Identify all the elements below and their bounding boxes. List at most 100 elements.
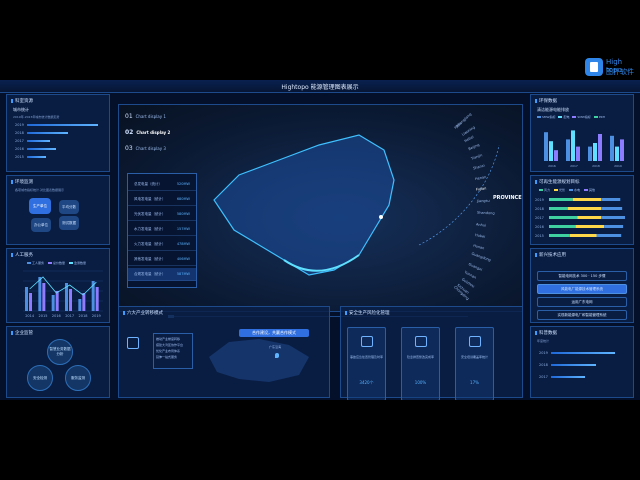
- eco-bar-chart: 2016 2017 2018 2019: [544, 130, 624, 168]
- bar-segment: [596, 234, 622, 237]
- bar: [42, 283, 46, 311]
- legend-swatch: [47, 262, 52, 264]
- circle-service[interactable]: 服务监测: [65, 365, 91, 391]
- legend-swatch: [558, 116, 563, 118]
- legend-swatch: [568, 189, 573, 191]
- hbar: [551, 364, 596, 366]
- row-value: 680MW: [176, 197, 190, 201]
- map-tab-1[interactable]: 01 Chart display 1: [125, 113, 166, 120]
- row-value: 478MW: [176, 242, 190, 246]
- province-item[interactable]: Jiangsu: [477, 199, 490, 203]
- province-item[interactable]: Anhui: [476, 222, 486, 227]
- legend-label: 总价数量: [52, 261, 65, 265]
- map-tab-2[interactable]: 02 Chart display 2: [125, 129, 170, 136]
- bar: [593, 143, 597, 161]
- bubble-production[interactable]: 生产单位: [29, 198, 51, 214]
- tech-item[interactable]: 智能电网技术 300 · 150 步骤: [537, 271, 627, 281]
- energy-stats-table: 总发电量（统计） 520MW 风电发电量（统计） 680MW 光伏发电量（统计） 580M…: [127, 173, 197, 288]
- tab-number: 01: [125, 113, 133, 120]
- bar: [549, 141, 553, 161]
- legend-label: 其他: [588, 188, 595, 192]
- legend-label: PRH: [598, 115, 606, 119]
- legend-label: SMW指标: [577, 115, 591, 119]
- legend-label: 风力: [544, 188, 551, 192]
- safety-card[interactable]: 事故应急处置管理及时率 3420个: [347, 327, 386, 400]
- hbar-row: 2018: [15, 131, 105, 135]
- safety-card[interactable]: 安全培训覆盖率统计 17%: [455, 327, 494, 400]
- table-row[interactable]: 风电发电量（统计） 680MW: [128, 193, 196, 206]
- card-label: 安全培训覆盖率统计: [460, 355, 488, 359]
- map-marker[interactable]: [379, 215, 383, 219]
- bar-segment: [604, 225, 624, 228]
- row-value: 580MW: [176, 212, 190, 216]
- logo-icon: [585, 58, 603, 76]
- legend-label: 配电: [563, 115, 570, 119]
- bubble-test[interactable]: 测试数据: [59, 216, 79, 230]
- province-label: PROVINCE: [493, 195, 522, 201]
- cooperation-button[interactable]: 合作建设，共赢合作模式: [239, 329, 309, 337]
- chart-legend: 风力 光伏 水电 其他: [539, 188, 595, 192]
- bar: [69, 289, 72, 311]
- hbar-year: 2019: [15, 123, 24, 127]
- panel-safety: 安全生产风险化管理 事故应急处置管理及时率 3420个 隐患排查整改完成率 10…: [340, 306, 523, 400]
- tab-number: 03: [125, 145, 133, 152]
- tech-item[interactable]: 实现新能源电厂和智能管理系统: [537, 310, 627, 320]
- table-row[interactable]: 光伏发电量（统计） 580MW: [128, 208, 196, 221]
- bar: [38, 277, 42, 311]
- hbar-year: 2017: [15, 139, 24, 143]
- tab-label: Chart display 3: [135, 146, 166, 151]
- panel-title: 安全生产风险化管理: [345, 310, 390, 316]
- bar: [610, 135, 614, 161]
- table-row[interactable]: 水力发电量（统计） 157MW: [128, 223, 196, 236]
- hbar-year: 2019: [539, 351, 548, 355]
- hbar-year: 2018: [539, 363, 548, 367]
- circle-safety[interactable]: 安全检测: [27, 365, 53, 391]
- row-value: 406MW: [176, 257, 190, 261]
- legend-swatch: [537, 116, 541, 118]
- tech-item[interactable]: 运用广东电网: [537, 297, 627, 307]
- panel-title: 企业监管: [11, 330, 33, 336]
- hbar-year: 2016: [15, 147, 24, 151]
- bar-segment: [549, 234, 570, 237]
- card-value: 100%: [414, 380, 427, 385]
- page-title: Hightopo 能源管理图表展示: [281, 84, 359, 91]
- panel-title: 环境监测: [11, 179, 33, 185]
- map-view[interactable]: 01 Chart display 1 02 Chart display 2 03 Ch…: [118, 104, 523, 312]
- bar: [615, 146, 619, 161]
- tick-label: 2014: [25, 314, 35, 318]
- legend-swatch: [583, 189, 588, 191]
- panel-service: 人工服务 工人服务 总价数量 监测数量 2014 2015 2016 2017 2018…: [6, 248, 110, 323]
- panel-title: 可再生能源规划目标: [535, 179, 580, 185]
- table-row[interactable]: 其他发电量（统计） 406MW: [128, 253, 196, 266]
- hbar-year: 2017: [539, 375, 548, 379]
- bubble-average[interactable]: 平均分数: [59, 200, 79, 214]
- tech-item-active[interactable]: 风能电厂能源技术管理系统: [537, 284, 627, 294]
- province-item[interactable]: Shandong: [477, 211, 495, 216]
- bar-segment: [572, 198, 602, 201]
- row-label: 合规发电量（统计）: [134, 272, 166, 276]
- bar-segment: [549, 225, 576, 228]
- table-row[interactable]: 火力发电量（统计） 478MW: [128, 238, 196, 251]
- map-tab-3[interactable]: 03 Chart display 3: [125, 145, 166, 152]
- service-bar-chart: 2014 2015 2016 2017 2018 2019: [23, 270, 103, 318]
- panel-renewable: 可再生能源规划目标 风力 光伏 水电 其他 2019 2018 2017 2016 20…: [530, 175, 634, 245]
- chart-legend: 工人服务 总价数量 监测数量: [27, 261, 86, 265]
- panel-science: 科普数据 年度统计 2019 2018 2017: [530, 326, 634, 398]
- hbar: [551, 376, 585, 378]
- table-row[interactable]: 总发电量（统计） 520MW: [128, 178, 196, 191]
- safety-card[interactable]: 隐患排查整改完成率 100%: [401, 327, 440, 400]
- panel-title: 科室资源: [11, 98, 33, 104]
- bubble-office[interactable]: 办公单位: [31, 218, 51, 232]
- circle-data-analysis[interactable]: 智慧业务数据分析: [47, 339, 73, 365]
- tick-label: 2019: [535, 198, 544, 202]
- panel-eco: 环保数据 清洁能源电能排放 SMW指标 配电 SMW指标 PRH 2016 201…: [530, 94, 634, 172]
- bar-segment: [568, 207, 602, 210]
- bar-segment: [577, 216, 602, 219]
- legend-swatch: [553, 189, 558, 191]
- hbar-row: 2016: [15, 147, 105, 151]
- panel-tech: 新兴技术应用 智能电网技术 300 · 150 步骤 风能电厂能源技术管理系统 …: [530, 248, 634, 323]
- panel-title: 环保数据: [535, 98, 557, 104]
- tab-number: 02: [125, 129, 134, 136]
- table-row[interactable]: 合规发电量（统计） 587MW: [128, 268, 196, 281]
- tick-label: 2017: [570, 164, 578, 168]
